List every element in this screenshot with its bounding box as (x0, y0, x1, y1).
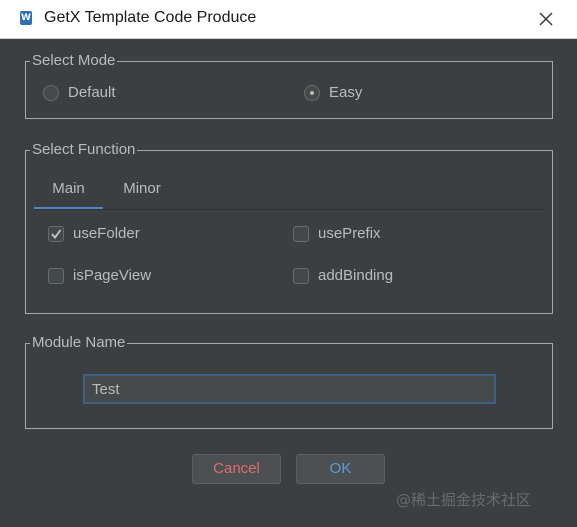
watermark: @稀土掘金技术社区 (396, 491, 532, 509)
checkbox-use-folder-box (48, 225, 64, 242)
close-icon (539, 12, 553, 26)
radio-default[interactable]: Default (43, 84, 116, 101)
app-icon: W (20, 11, 32, 25)
checkbox-is-page-view-box (48, 267, 64, 284)
radio-easy-indicator (304, 84, 320, 101)
tab-divider (34, 209, 544, 210)
module-name-legend: Module Name (30, 333, 128, 353)
checkbox-add-binding[interactable]: addBinding (293, 267, 393, 284)
title-bar: W GetX Template Code Produce (0, 0, 577, 39)
checkbox-is-page-view-label: isPageView (73, 267, 152, 284)
module-name-input[interactable] (83, 374, 496, 404)
select-mode-group: Select Mode Default Easy (25, 51, 553, 119)
checkbox-use-prefix-label: usePrefix (318, 225, 381, 242)
radio-default-indicator (43, 84, 59, 101)
ok-button[interactable]: OK (296, 454, 385, 484)
checkbox-add-binding-label: addBinding (318, 267, 394, 284)
select-mode-legend: Select Mode (30, 51, 118, 71)
tab-main[interactable]: Main (34, 171, 103, 210)
checkbox-is-page-view[interactable]: isPageView (48, 267, 151, 284)
radio-easy[interactable]: Easy (304, 84, 362, 101)
window-title: GetX Template Code Produce (44, 9, 257, 26)
checkbox-use-folder[interactable]: useFolder (48, 225, 140, 242)
select-function-group: Select Function Main Minor useFolder use… (25, 140, 553, 314)
tab-minor[interactable]: Minor (113, 171, 171, 207)
checkbox-add-binding-box (293, 267, 309, 284)
radio-easy-label: Easy (329, 84, 363, 101)
close-button[interactable] (532, 6, 560, 32)
radio-default-label: Default (68, 84, 116, 101)
function-tabs: Main Minor (34, 171, 544, 211)
checkbox-use-prefix[interactable]: usePrefix (293, 225, 381, 242)
select-function-legend: Select Function (30, 140, 138, 160)
module-name-group: Module Name (25, 333, 553, 429)
checkbox-use-folder-label: useFolder (73, 225, 140, 242)
cancel-button[interactable]: Cancel (192, 454, 281, 484)
checkbox-use-prefix-box (293, 225, 309, 242)
checkmark-icon (51, 228, 62, 239)
